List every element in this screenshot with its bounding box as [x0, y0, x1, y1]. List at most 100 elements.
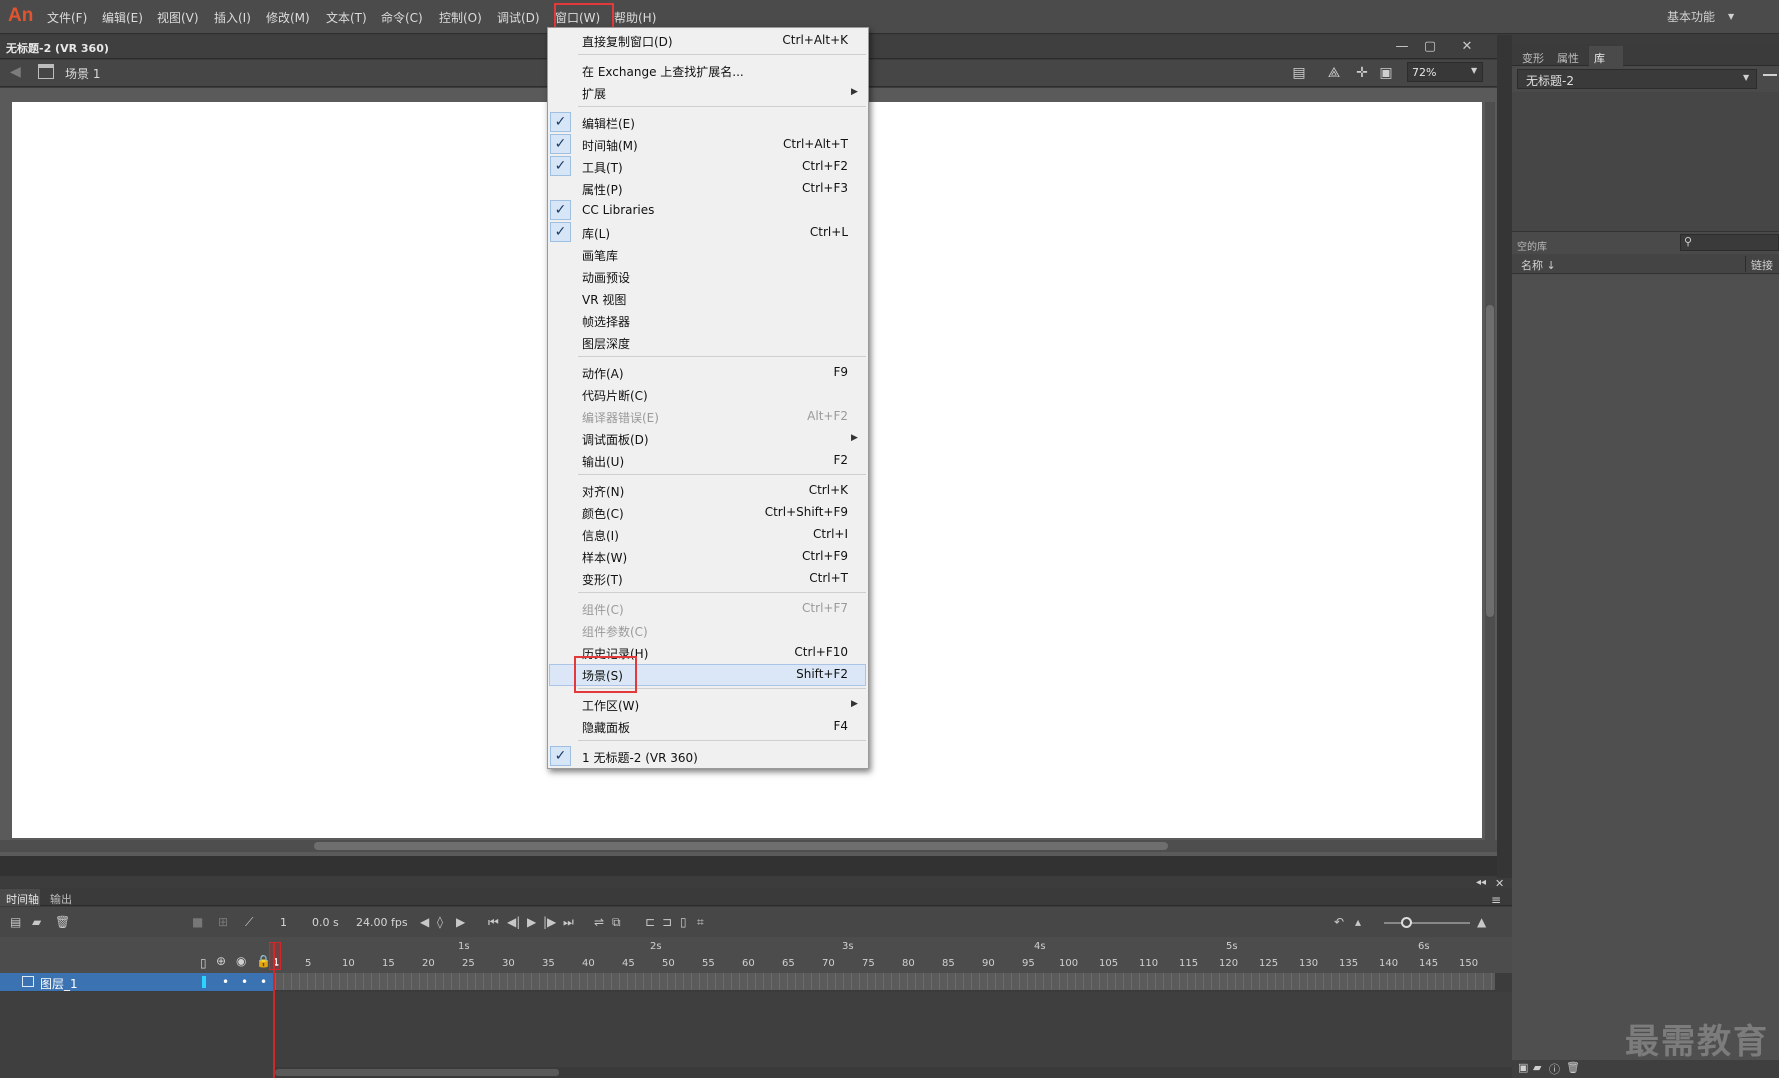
- outline-toggle-icon[interactable]: ▯: [200, 956, 207, 970]
- menu-item-3[interactable]: 视图(V): [157, 9, 199, 26]
- graph-icon[interactable]: ⟋: [245, 915, 253, 930]
- layer-lock-dot[interactable]: •: [260, 975, 267, 989]
- menu-item-5[interactable]: 修改(M): [266, 9, 310, 26]
- vertical-scroll-thumb[interactable]: [1486, 305, 1494, 617]
- timeline-zoom-knob[interactable]: [1401, 917, 1412, 928]
- add-keyframe-icon[interactable]: ◊: [437, 915, 443, 929]
- tab-properties[interactable]: 属性: [1557, 50, 1579, 66]
- ruler-frame-label: 30: [502, 958, 515, 969]
- timeline-scroll-thumb[interactable]: [275, 1069, 559, 1076]
- library-list[interactable]: [1512, 275, 1779, 1061]
- ruler-frame-label: 110: [1139, 958, 1159, 969]
- menu-separator: [578, 474, 866, 475]
- delete-layer-icon[interactable]: 🗑: [55, 915, 70, 929]
- tab-output[interactable]: 输出: [50, 891, 72, 907]
- loop-icon[interactable]: ⇌: [594, 915, 604, 929]
- step-back-icon[interactable]: ◀|: [507, 915, 520, 929]
- play-icon[interactable]: ▶: [527, 915, 536, 929]
- ruler-second-label: 6s: [1418, 941, 1430, 952]
- delete-icon[interactable]: 🗑: [1566, 1061, 1580, 1074]
- eye-icon[interactable]: ◉: [236, 954, 246, 968]
- pin-icon[interactable]: [1763, 74, 1777, 76]
- layer-visibility-dot[interactable]: •: [222, 975, 229, 989]
- fps-field[interactable]: 24.00 fps: [356, 916, 408, 929]
- layer-color-swatch[interactable]: [202, 976, 206, 988]
- new-layer-icon[interactable]: ▤: [10, 915, 21, 929]
- menu-item-7[interactable]: 命令(C): [381, 9, 423, 26]
- center-stage-icon[interactable]: ✛: [1353, 64, 1371, 82]
- close-icon[interactable]: ✕: [1495, 877, 1504, 890]
- menu-item-11[interactable]: 帮助(H): [614, 9, 656, 26]
- timeline-zoom-slider[interactable]: [1384, 922, 1470, 924]
- menu-item-6[interactable]: 文本(T): [326, 9, 367, 26]
- column-linkage[interactable]: 链接: [1751, 257, 1773, 273]
- tab-library[interactable]: 库: [1594, 50, 1605, 66]
- edit-symbol-icon[interactable]: ⟁: [1325, 64, 1343, 82]
- checkmark-icon: ✓: [550, 112, 571, 132]
- column-name[interactable]: 名称 ↓: [1521, 257, 1556, 273]
- back-arrow-icon[interactable]: ◀: [10, 64, 21, 80]
- edit-multiple-icon[interactable]: ⊐: [662, 915, 672, 929]
- ruler-second-label: 4s: [1034, 941, 1046, 952]
- close-button[interactable]: ✕: [1455, 36, 1479, 58]
- step-forward-icon[interactable]: |▶: [543, 915, 556, 929]
- camera-icon[interactable]: ■: [192, 915, 203, 929]
- document-tab[interactable]: 无标题-2 (VR 360): [6, 40, 109, 56]
- edit-scene-icon[interactable]: ▤: [1290, 64, 1308, 82]
- tab-transform[interactable]: 变形: [1522, 50, 1544, 66]
- menu-item-shortcut: Ctrl+L: [809, 225, 848, 239]
- chevron-down-icon[interactable]: ▼: [1743, 73, 1749, 82]
- chevron-down-icon[interactable]: ▼: [1728, 12, 1734, 21]
- go-last-icon[interactable]: ⏭: [563, 915, 574, 930]
- modify-markers-icon[interactable]: ▯: [680, 915, 687, 929]
- menu-item-9[interactable]: 调试(D): [497, 9, 540, 26]
- library-search-input[interactable]: [1680, 234, 1779, 251]
- panel-menu-icon[interactable]: ≡: [1491, 893, 1501, 907]
- maximize-button[interactable]: ▢: [1418, 36, 1442, 58]
- scene-label[interactable]: 场景 1: [65, 65, 100, 82]
- minimize-button[interactable]: —: [1390, 36, 1414, 58]
- new-folder-icon[interactable]: ▰: [32, 915, 41, 929]
- properties-icon[interactable]: ⓘ: [1549, 1061, 1560, 1077]
- onion-skin-icon[interactable]: ⧉: [612, 915, 621, 930]
- new-symbol-icon[interactable]: ▣: [1518, 1061, 1528, 1074]
- layer-name[interactable]: 图层_1: [40, 975, 78, 992]
- menu-item-label: 对齐(N): [582, 485, 625, 499]
- collapse-icon[interactable]: ◂◂: [1476, 877, 1486, 888]
- timeline-body: [0, 992, 1512, 1078]
- menu-item-1[interactable]: 文件(F): [47, 9, 87, 26]
- library-count: 空的库: [1517, 242, 1547, 253]
- tab-timeline[interactable]: 时间轴: [6, 891, 39, 907]
- layer-visibility-dot[interactable]: •: [241, 975, 248, 989]
- frames-row[interactable]: [275, 973, 1495, 991]
- workspace-switcher[interactable]: 基本功能: [1667, 8, 1715, 25]
- menu-item-4[interactable]: 插入(I): [214, 9, 251, 26]
- new-folder-icon[interactable]: ▰: [1533, 1061, 1541, 1074]
- camera-layer-icon[interactable]: ⊕: [216, 954, 226, 968]
- next-keyframe-icon[interactable]: ▶: [456, 915, 465, 929]
- zoom-in-icon[interactable]: ▲: [1477, 915, 1486, 929]
- time-field[interactable]: 0.0 s: [312, 916, 339, 929]
- playhead-line[interactable]: [273, 943, 275, 1078]
- zoom-out-icon[interactable]: ▴: [1355, 915, 1361, 929]
- checkmark-icon: ✓: [550, 156, 571, 176]
- undo-icon[interactable]: ↶: [1334, 915, 1344, 929]
- submenu-arrow-icon: ▶: [851, 87, 858, 97]
- clip-content-icon[interactable]: ▣: [1377, 64, 1395, 82]
- layer-icon: [22, 976, 34, 987]
- layer-parent-icon[interactable]: ⊞: [218, 915, 228, 929]
- current-frame-field[interactable]: 1: [280, 916, 287, 929]
- menu-separator: [578, 106, 866, 107]
- menu-item-shortcut: Ctrl+Alt+T: [782, 137, 848, 151]
- chevron-down-icon[interactable]: ▼: [1471, 66, 1477, 75]
- menu-item-8[interactable]: 控制(O): [439, 9, 482, 26]
- menu-item-2[interactable]: 编辑(E): [102, 9, 143, 26]
- onion-outline-icon[interactable]: ⊏: [645, 915, 655, 929]
- prev-keyframe-icon[interactable]: ◀: [420, 915, 429, 929]
- menu-item-label: 库(L): [582, 227, 611, 241]
- column-divider[interactable]: [1745, 256, 1746, 272]
- horizontal-scroll-thumb[interactable]: [314, 842, 1168, 850]
- go-first-icon[interactable]: ⏮: [488, 915, 499, 930]
- ruler-frame-label: 120: [1219, 958, 1239, 969]
- fit-icon[interactable]: ⌗: [697, 915, 704, 930]
